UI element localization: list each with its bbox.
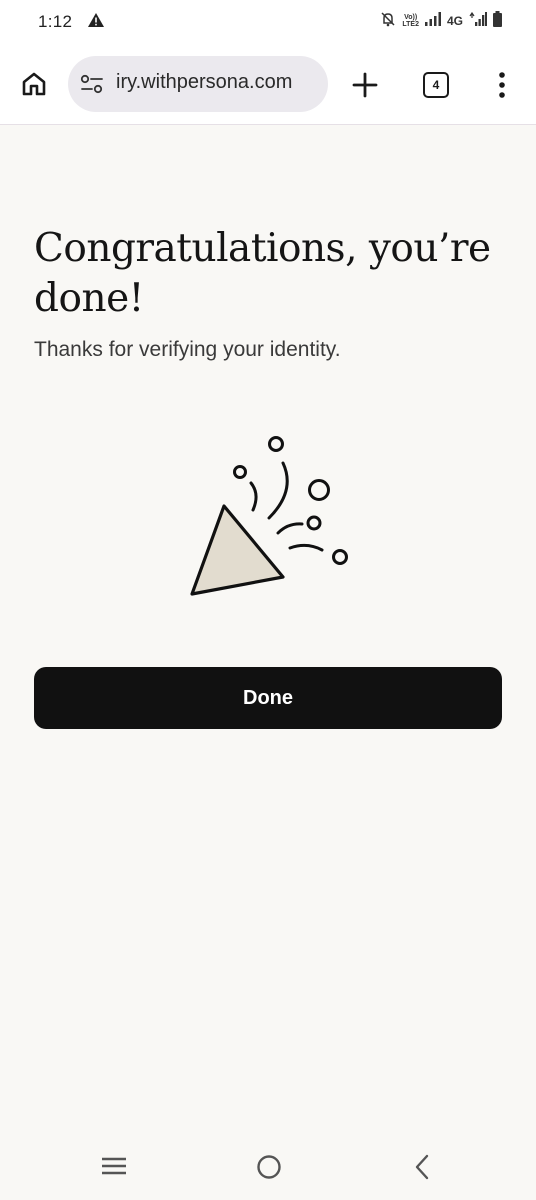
browser-toolbar: iry.withpersona.com 4 (0, 44, 536, 125)
network-type: 4G (446, 13, 463, 28)
battery-icon (493, 11, 502, 30)
recents-button[interactable] (101, 1156, 127, 1181)
address-bar[interactable]: iry.withpersona.com (68, 56, 328, 112)
status-indicators: Vo)) LTE2 4G (380, 11, 502, 30)
party-hat-icon (190, 436, 348, 596)
tab-count: 4 (432, 78, 440, 92)
status-bar: 1:12 Vo)) LTE2 4G (0, 0, 536, 44)
site-settings-icon[interactable] (80, 73, 104, 100)
volte-top: Vo)) (404, 13, 418, 21)
nav-home-button[interactable] (256, 1154, 282, 1185)
recents-icon (102, 1157, 126, 1175)
done-button[interactable]: Done (34, 667, 502, 729)
chevron-left-icon (415, 1154, 429, 1180)
nav-back-button[interactable] (412, 1154, 432, 1185)
home-button[interactable] (18, 68, 50, 100)
signal-icon-1 (424, 12, 441, 29)
tab-switcher-button[interactable]: 4 (423, 72, 449, 98)
signal-icon-2 (469, 11, 487, 29)
volte-bottom: LTE2 (402, 20, 419, 28)
home-icon (22, 72, 46, 96)
plus-icon (352, 72, 378, 98)
circle-home-icon (257, 1155, 281, 1179)
party-popper-illustration (180, 432, 360, 602)
more-menu-button[interactable] (492, 70, 512, 100)
more-vert-icon (499, 72, 505, 98)
volte-indicator: Vo)) LTE2 (402, 14, 419, 28)
url-text: iry.withpersona.com (116, 71, 293, 93)
new-tab-button[interactable] (350, 70, 380, 100)
alert-icon (88, 13, 104, 32)
status-time: 1:12 (38, 12, 73, 31)
system-nav-bar (0, 1140, 536, 1200)
mute-icon (380, 11, 396, 30)
page-title: Congratulations, you’re done! (34, 226, 491, 321)
page-subtitle: Thanks for verifying your identity. (34, 338, 341, 361)
